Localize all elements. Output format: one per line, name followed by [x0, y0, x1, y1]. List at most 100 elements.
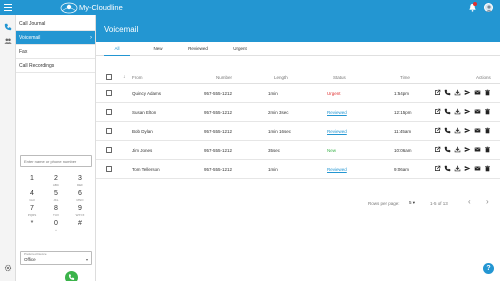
phone-icon[interactable]: [444, 146, 451, 153]
trash-icon[interactable]: [484, 165, 491, 172]
dial-key-star[interactable]: *: [20, 220, 44, 228]
key-letters: TUV: [53, 213, 59, 217]
row-length: 1min: [268, 167, 278, 172]
dial-key-8[interactable]: 8 TUV: [44, 205, 68, 217]
open-external-icon[interactable]: [434, 89, 441, 96]
key-letters: PQRS: [27, 213, 37, 217]
open-external-icon[interactable]: [434, 146, 441, 153]
table-row[interactable]: Jim Jones 957-555-1212 35sec New 10:06am: [96, 141, 500, 160]
tab-urgent[interactable]: Urgent: [226, 42, 254, 56]
sidebar-item-label: Call Recordings: [19, 63, 55, 69]
key-digit: 9: [78, 205, 82, 212]
row-checkbox[interactable]: [106, 166, 112, 172]
trash-icon[interactable]: [484, 108, 491, 115]
rows-per-page-label: Rows per page:: [368, 201, 400, 206]
send-icon[interactable]: [464, 165, 471, 172]
chevron-down-icon: ▾: [85, 257, 88, 262]
row-actions: [434, 165, 496, 174]
dial-key-7[interactable]: 7 PQRS: [20, 205, 44, 217]
table-row[interactable]: Tom Tellerson 957-555-1212 1min Reviewed…: [96, 160, 500, 179]
dial-key-2[interactable]: 2 ABC: [44, 175, 68, 187]
download-icon[interactable]: [454, 165, 461, 172]
sort-arrow-icon[interactable]: ↓: [123, 74, 126, 80]
dial-key-hash[interactable]: #: [68, 220, 92, 228]
email-icon[interactable]: [474, 108, 481, 115]
column-length[interactable]: Length: [274, 75, 288, 80]
select-all-checkbox[interactable]: [106, 74, 112, 80]
sidebar-item-label: Call Journal: [19, 21, 46, 27]
side-panel: Call Journal Voicemail › Fax Call Record…: [16, 15, 96, 281]
tab-all[interactable]: All: [104, 42, 130, 56]
main-content: Voicemail All New Reviewed Urgent ↓ From…: [96, 15, 500, 281]
phone-icon[interactable]: [444, 89, 451, 96]
send-icon[interactable]: [464, 89, 471, 96]
gear-icon[interactable]: [4, 264, 12, 272]
email-icon[interactable]: [474, 127, 481, 134]
dial-key-5[interactable]: 5 JKL: [44, 190, 68, 202]
sidebar-item-voicemail[interactable]: Voicemail ›: [16, 31, 95, 45]
sidebar-item-call-journal[interactable]: Call Journal: [16, 17, 95, 31]
column-from[interactable]: From: [132, 75, 143, 80]
dial-key-9[interactable]: 9 WXYZ: [68, 205, 92, 217]
table-row[interactable]: Quincy Adams 957-555-1212 1min Urgent 1:…: [96, 84, 500, 103]
row-checkbox[interactable]: [106, 90, 112, 96]
phone-icon[interactable]: [444, 127, 451, 134]
open-external-icon[interactable]: [434, 108, 441, 115]
download-icon[interactable]: [454, 146, 461, 153]
rows-per-page-select[interactable]: 5 ▾: [409, 200, 415, 206]
status-badge[interactable]: Reviewed: [327, 110, 347, 115]
download-icon[interactable]: [454, 89, 461, 96]
download-icon[interactable]: [454, 108, 461, 115]
dial-key-4[interactable]: 4 GHI: [20, 190, 44, 202]
next-page-icon[interactable]: ›: [486, 197, 489, 206]
help-button[interactable]: ?: [483, 263, 494, 274]
send-icon[interactable]: [464, 127, 471, 134]
open-external-icon[interactable]: [434, 165, 441, 172]
dial-key-3[interactable]: 3 DEF: [68, 175, 92, 187]
column-time[interactable]: Time: [400, 75, 410, 80]
row-checkbox[interactable]: [106, 109, 112, 115]
dial-key-1[interactable]: 1: [20, 175, 44, 183]
call-button[interactable]: [65, 271, 78, 281]
phone-icon[interactable]: [444, 165, 451, 172]
dial-key-6[interactable]: 6 MNO: [68, 190, 92, 202]
open-external-icon[interactable]: [434, 127, 441, 134]
table-row[interactable]: Susan Elton 957-555-1212 2min 3sec Revie…: [96, 103, 500, 122]
user-avatar-icon: [486, 5, 492, 12]
status-badge[interactable]: Reviewed: [327, 167, 347, 172]
row-checkbox[interactable]: [106, 147, 112, 153]
contacts-icon[interactable]: [4, 37, 12, 45]
dial-key-0[interactable]: 0 +: [44, 220, 68, 232]
download-icon[interactable]: [454, 127, 461, 134]
phone-nav-icon[interactable]: [4, 23, 12, 31]
key-digit: 5: [54, 190, 58, 197]
column-status[interactable]: Status: [333, 75, 346, 80]
tab-new[interactable]: New: [146, 42, 170, 56]
column-number[interactable]: Number: [216, 75, 232, 80]
sidebar-item-call-recordings[interactable]: Call Recordings: [16, 59, 95, 73]
trash-icon[interactable]: [484, 89, 491, 96]
tab-reviewed[interactable]: Reviewed: [182, 42, 214, 56]
prev-page-icon[interactable]: ‹: [468, 197, 471, 206]
dial-input[interactable]: [20, 155, 92, 167]
send-icon[interactable]: [464, 146, 471, 153]
page-header: Voicemail: [96, 15, 500, 42]
email-icon[interactable]: [474, 89, 481, 96]
menu-icon[interactable]: [4, 4, 12, 11]
caller-id-select[interactable]: Preferred Device Office ▾: [20, 251, 92, 265]
trash-icon[interactable]: [484, 146, 491, 153]
key-letters: JKL: [53, 198, 59, 202]
sidebar-item-fax[interactable]: Fax: [16, 45, 95, 59]
email-icon[interactable]: [474, 165, 481, 172]
table-row[interactable]: Bob Dylan 957-555-1212 1min 16sec Review…: [96, 122, 500, 141]
key-digit: *: [30, 220, 34, 227]
key-letters: MNO: [76, 198, 84, 202]
status-badge[interactable]: Reviewed: [327, 129, 347, 134]
phone-icon[interactable]: [444, 108, 451, 115]
row-checkbox[interactable]: [106, 128, 112, 134]
email-icon[interactable]: [474, 146, 481, 153]
avatar[interactable]: [484, 3, 493, 12]
key-digit: 1: [30, 175, 34, 182]
send-icon[interactable]: [464, 108, 471, 115]
trash-icon[interactable]: [484, 127, 491, 134]
